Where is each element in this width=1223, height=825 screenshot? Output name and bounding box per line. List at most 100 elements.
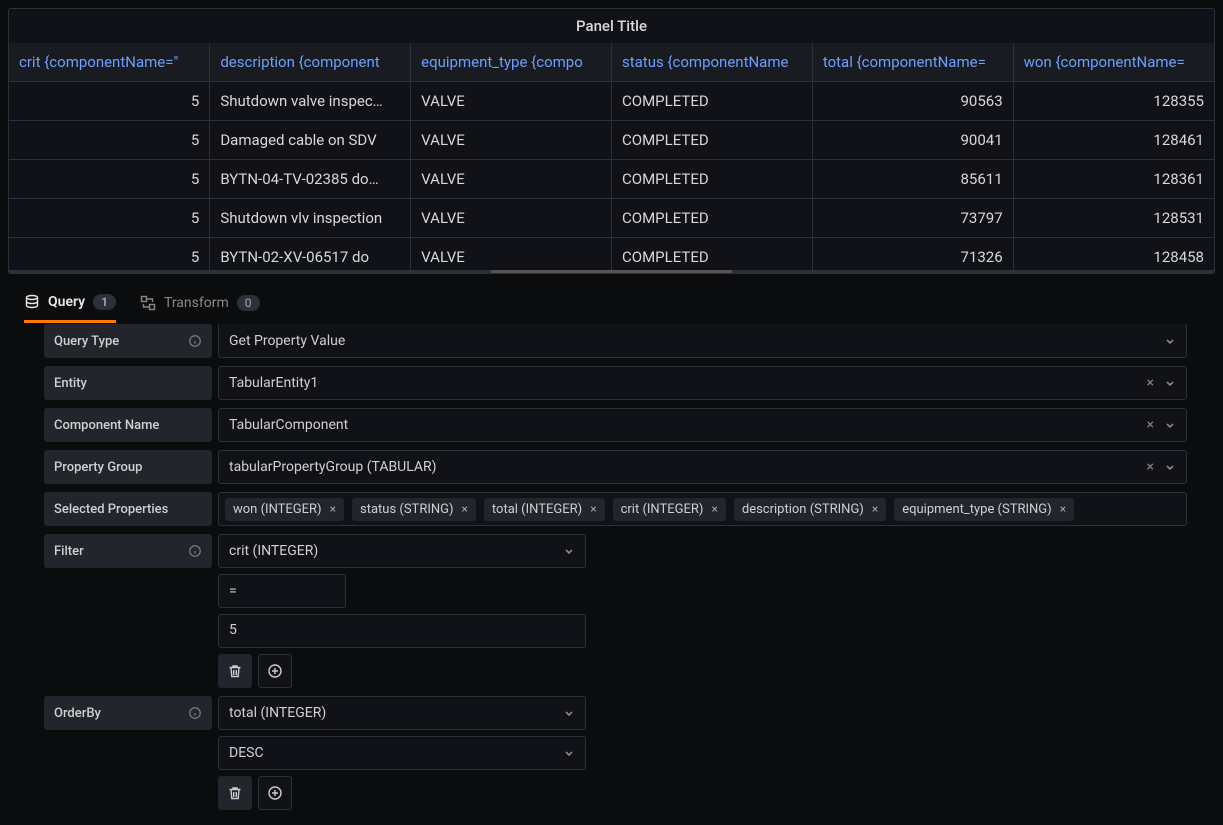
- tab-transform-label: Transform: [164, 295, 229, 311]
- chip-label: total (INTEGER): [492, 502, 582, 517]
- cell-description: Damaged cable on SDV: [210, 121, 411, 160]
- chip-label: description (STRING): [742, 502, 864, 517]
- chip-remove-icon[interactable]: ×: [872, 502, 878, 516]
- chip-remove-icon[interactable]: ×: [462, 502, 468, 516]
- cell-won: 128361: [1013, 160, 1214, 199]
- horizontal-scrollbar[interactable]: [9, 270, 1214, 274]
- clear-icon[interactable]: ×: [1147, 417, 1154, 433]
- col-crit[interactable]: crit {componentName=": [9, 43, 210, 82]
- tab-query[interactable]: Query 1: [24, 294, 116, 323]
- cell-equipment_type: VALVE: [411, 238, 612, 270]
- selected-properties-input[interactable]: won (INTEGER)×status (STRING)×total (INT…: [218, 492, 1187, 526]
- delete-orderby-button[interactable]: [218, 776, 252, 810]
- col-total[interactable]: total {componentName=: [812, 43, 1013, 82]
- add-orderby-button[interactable]: [258, 776, 292, 810]
- cell-crit: 5: [9, 121, 210, 160]
- property-chip[interactable]: total (INTEGER) ×: [484, 498, 605, 521]
- property-chip[interactable]: description (STRING) ×: [734, 498, 886, 521]
- property-chip[interactable]: status (STRING) ×: [352, 498, 476, 521]
- chevron-down-icon: [1164, 377, 1176, 389]
- tab-transform[interactable]: Transform 0: [140, 294, 260, 322]
- cell-equipment_type: VALVE: [411, 121, 612, 160]
- cell-crit: 5: [9, 199, 210, 238]
- col-description[interactable]: description {component: [210, 43, 411, 82]
- select-entity[interactable]: TabularEntity1 ×: [218, 366, 1187, 400]
- chevron-down-icon: [563, 707, 575, 719]
- input-filter-value[interactable]: 5: [218, 614, 586, 648]
- tab-transform-count: 0: [237, 295, 260, 311]
- select-component-name[interactable]: TabularComponent ×: [218, 408, 1187, 442]
- table-row[interactable]: 5BYTN-02-XV-06517 doVALVECOMPLETED713261…: [9, 238, 1214, 270]
- plus-circle-icon: [267, 785, 283, 801]
- cell-description: BYTN-04-TV-02385 do…: [210, 160, 411, 199]
- cell-total: 73797: [812, 199, 1013, 238]
- chevron-down-icon: [1164, 461, 1176, 473]
- label-query-type: Query Type: [44, 324, 212, 358]
- table-row[interactable]: 5Shutdown vlv inspectionVALVECOMPLETED73…: [9, 199, 1214, 238]
- property-chip[interactable]: won (INTEGER) ×: [225, 498, 344, 521]
- chip-label: status (STRING): [360, 502, 454, 517]
- select-property-group[interactable]: tabularPropertyGroup (TABULAR) ×: [218, 450, 1187, 484]
- cell-crit: 5: [9, 238, 210, 270]
- panel-title: Panel Title: [9, 9, 1214, 43]
- cell-total: 90041: [812, 121, 1013, 160]
- clear-icon[interactable]: ×: [1147, 459, 1154, 475]
- label-entity: Entity: [44, 366, 212, 400]
- col-won[interactable]: won {componentName=: [1013, 43, 1214, 82]
- panel: Panel Title crit {componentName=" descri…: [8, 8, 1215, 274]
- select-filter-field[interactable]: crit (INTEGER): [218, 534, 586, 568]
- cell-equipment_type: VALVE: [411, 199, 612, 238]
- label-property-group: Property Group: [44, 450, 212, 484]
- cell-crit: 5: [9, 82, 210, 121]
- trash-icon: [227, 785, 243, 801]
- table-row[interactable]: 5BYTN-04-TV-02385 do…VALVECOMPLETED85611…: [9, 160, 1214, 199]
- chip-label: crit (INTEGER): [621, 502, 704, 517]
- cell-total: 71326: [812, 238, 1013, 270]
- chevron-down-icon: [563, 747, 575, 759]
- cell-equipment_type: VALVE: [411, 82, 612, 121]
- select-filter-operator[interactable]: =: [218, 574, 346, 608]
- database-icon: [24, 294, 40, 310]
- info-icon[interactable]: [188, 706, 202, 720]
- label-orderby: OrderBy: [44, 696, 212, 730]
- chevron-down-icon: [1164, 419, 1176, 431]
- tab-query-count: 1: [93, 294, 116, 310]
- data-table: crit {componentName=" description {compo…: [9, 43, 1214, 270]
- property-chip[interactable]: equipment_type (STRING)×: [894, 498, 1074, 521]
- transform-icon: [140, 295, 156, 311]
- trash-icon: [227, 663, 243, 679]
- chevron-down-icon: [1164, 335, 1176, 347]
- cell-description: Shutdown vlv inspection: [210, 199, 411, 238]
- delete-filter-button[interactable]: [218, 654, 252, 688]
- chip-remove-icon[interactable]: ×: [330, 502, 336, 516]
- chip-remove-icon[interactable]: ×: [590, 502, 596, 516]
- add-filter-button[interactable]: [258, 654, 292, 688]
- table-row[interactable]: 5Shutdown valve inspec…VALVECOMPLETED905…: [9, 82, 1214, 121]
- clear-icon[interactable]: ×: [1147, 375, 1154, 391]
- select-orderby-field[interactable]: total (INTEGER): [218, 696, 586, 730]
- chip-remove-icon[interactable]: ×: [1060, 502, 1066, 516]
- select-orderby-direction[interactable]: DESC: [218, 736, 586, 770]
- label-component-name: Component Name: [44, 408, 212, 442]
- property-chip[interactable]: crit (INTEGER) ×: [613, 498, 726, 521]
- select-query-type[interactable]: Get Property Value: [218, 324, 1187, 358]
- table-header-row: crit {componentName=" description {compo…: [9, 43, 1214, 82]
- col-status[interactable]: status {componentName: [611, 43, 812, 82]
- chip-label: won (INTEGER): [233, 502, 322, 517]
- chip-remove-icon[interactable]: ×: [711, 502, 717, 516]
- label-selected-properties: Selected Properties: [44, 492, 212, 526]
- info-icon[interactable]: [188, 544, 202, 558]
- cell-status: COMPLETED: [611, 199, 812, 238]
- scrollbar-thumb[interactable]: [491, 270, 732, 274]
- table-row[interactable]: 5Damaged cable on SDVVALVECOMPLETED90041…: [9, 121, 1214, 160]
- cell-won: 128461: [1013, 121, 1214, 160]
- editor-tabs: Query 1 Transform 0: [8, 282, 1215, 322]
- tab-query-label: Query: [48, 294, 85, 310]
- plus-circle-icon: [267, 663, 283, 679]
- cell-total: 90563: [812, 82, 1013, 121]
- col-equipment-type[interactable]: equipment_type {compo: [411, 43, 612, 82]
- info-icon[interactable]: [188, 334, 202, 348]
- cell-status: COMPLETED: [611, 160, 812, 199]
- label-filter: Filter: [44, 534, 212, 568]
- cell-total: 85611: [812, 160, 1013, 199]
